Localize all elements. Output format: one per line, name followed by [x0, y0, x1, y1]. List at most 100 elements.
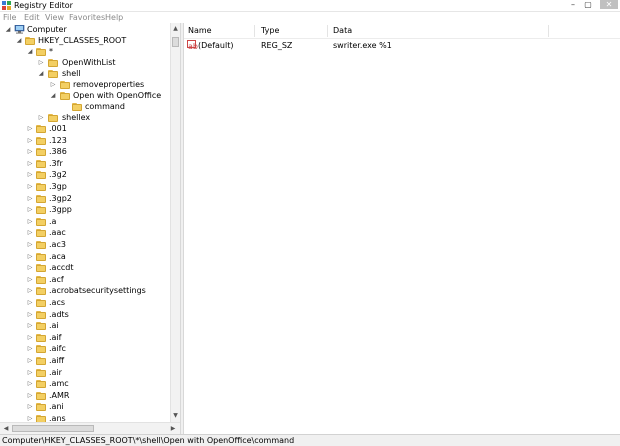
- expand-arrow-icon[interactable]: ▷: [26, 253, 34, 261]
- tree-label-star: *: [49, 47, 53, 56]
- minimize-button[interactable]: –: [566, 0, 580, 9]
- folder-icon: [72, 103, 82, 111]
- expand-arrow-icon[interactable]: ▷: [26, 241, 34, 249]
- expand-arrow-icon[interactable]: ▷: [26, 125, 34, 133]
- scroll-up-arrow-icon[interactable]: ▲: [171, 24, 180, 33]
- column-divider[interactable]: [254, 25, 255, 37]
- expand-arrow-icon[interactable]: ▷: [26, 160, 34, 168]
- value-data: swriter.exe %1: [333, 41, 392, 50]
- collapse-arrow-icon[interactable]: ◢: [26, 48, 34, 56]
- folder-icon: [36, 333, 46, 342]
- column-divider[interactable]: [548, 25, 549, 37]
- folder-icon: [48, 70, 58, 78]
- expand-arrow-icon[interactable]: ▷: [26, 218, 34, 226]
- expand-arrow-icon[interactable]: ▷: [26, 334, 34, 342]
- menu-view[interactable]: View: [45, 13, 64, 22]
- folder-icon: [36, 136, 46, 145]
- tree-vertical-scrollbar[interactable]: ▲ ▼: [170, 23, 180, 422]
- computer-icon: [14, 25, 25, 34]
- folder-icon: [36, 299, 46, 307]
- tree-label-extension: .adts: [49, 309, 69, 319]
- tree-label-extension: .3gp: [49, 182, 67, 191]
- tree-label-extension: .air: [49, 367, 62, 377]
- folder-icon: [36, 345, 46, 354]
- expand-arrow-icon[interactable]: ▷: [26, 195, 34, 203]
- folder-icon: [36, 310, 46, 319]
- expand-arrow-icon[interactable]: ▷: [26, 264, 34, 272]
- folder-icon: [36, 275, 46, 284]
- tree-label-extension: .amc: [49, 379, 69, 389]
- expand-arrow-icon[interactable]: ▷: [26, 322, 34, 330]
- collapse-arrow-icon[interactable]: ◢: [4, 26, 12, 34]
- tree-label-extension: .ani: [49, 402, 64, 412]
- expand-arrow-icon[interactable]: ▷: [26, 148, 34, 156]
- menu-favorites[interactable]: Favorites: [69, 13, 105, 22]
- tree-label-extension: .aac: [49, 228, 66, 238]
- folder-icon: [60, 92, 70, 100]
- column-divider[interactable]: [327, 25, 328, 37]
- expand-arrow-icon[interactable]: ▷: [26, 229, 34, 237]
- expand-arrow-icon[interactable]: ▷: [37, 59, 45, 67]
- expand-arrow-icon[interactable]: ▷: [26, 299, 34, 307]
- column-header-data[interactable]: Data: [333, 26, 352, 36]
- scroll-thumb[interactable]: [12, 425, 94, 432]
- tree-label-open-with-openoffice: Open with OpenOffice: [73, 91, 162, 100]
- tree-label-extension: .aca: [49, 251, 66, 261]
- scroll-thumb[interactable]: [172, 37, 179, 47]
- tree-label-computer: Computer: [27, 25, 67, 34]
- expand-arrow-icon[interactable]: ▷: [26, 137, 34, 145]
- menu-file[interactable]: File: [3, 13, 16, 22]
- maximize-button[interactable]: ▢: [581, 0, 595, 9]
- folder-icon: [36, 357, 46, 365]
- close-button[interactable]: ✕: [600, 0, 618, 9]
- tree-label-extension: .accdt: [49, 263, 74, 273]
- collapse-arrow-icon[interactable]: ◢: [49, 92, 57, 100]
- expand-arrow-icon[interactable]: ▷: [49, 81, 57, 89]
- table-row[interactable]: ab (Default) REG_SZ swriter.exe %1: [184, 40, 620, 51]
- collapse-arrow-icon[interactable]: ◢: [15, 37, 23, 45]
- tree-label-extension: .acs: [49, 298, 66, 307]
- status-path: Computer\HKEY_CLASSES_ROOT\*\shell\Open …: [2, 436, 295, 445]
- window-title: Registry Editor: [14, 1, 73, 10]
- menu-help[interactable]: Help: [105, 13, 123, 22]
- tree-label-extension: .ac3: [49, 240, 66, 249]
- expand-arrow-icon[interactable]: ▷: [26, 403, 34, 411]
- value-type: REG_SZ: [261, 41, 293, 50]
- column-header-type[interactable]: Type: [261, 26, 279, 36]
- expand-arrow-icon[interactable]: ▷: [26, 380, 34, 388]
- collapse-arrow-icon[interactable]: ◢: [37, 70, 45, 78]
- expand-arrow-icon[interactable]: ▷: [26, 357, 34, 365]
- folder-icon: [36, 241, 46, 249]
- column-header-name[interactable]: Name: [188, 26, 212, 36]
- scroll-right-arrow-icon[interactable]: ▶: [168, 424, 178, 434]
- tree-label-extension: .3gpp: [49, 205, 72, 215]
- tree-label-extension: .3fr: [49, 158, 63, 168]
- folder-icon: [48, 114, 58, 122]
- menu-edit[interactable]: Edit: [24, 13, 40, 22]
- tree-label-extension: .001: [49, 124, 67, 133]
- registry-tree: ◢ Computer ◢ HKEY_CLASSES_ROOT ◢ * ▷ Ope…: [0, 23, 170, 435]
- expand-arrow-icon[interactable]: ▷: [26, 392, 34, 400]
- expand-arrow-icon[interactable]: ▷: [26, 206, 34, 214]
- expand-arrow-icon[interactable]: ▷: [26, 287, 34, 295]
- folder-icon: [25, 37, 35, 45]
- tree-label-extension: .aif: [49, 332, 62, 342]
- values-list: Name Type Data ab (Default) REG_SZ swrit…: [184, 23, 620, 434]
- tree-horizontal-scrollbar[interactable]: ◀ ▶: [0, 422, 180, 434]
- expand-arrow-icon[interactable]: ▷: [26, 276, 34, 284]
- expand-arrow-icon[interactable]: ▷: [26, 369, 34, 377]
- expand-arrow-icon[interactable]: ▷: [37, 114, 45, 122]
- expand-arrow-icon[interactable]: ▷: [26, 311, 34, 319]
- folder-icon: [36, 403, 46, 412]
- registry-editor-icon: [2, 1, 11, 10]
- scroll-down-arrow-icon[interactable]: ▼: [171, 411, 180, 420]
- tree-label-extension: .aifc: [49, 344, 66, 354]
- expand-arrow-icon[interactable]: ▷: [26, 171, 34, 179]
- tree-label-extension: .a: [49, 216, 57, 226]
- string-value-icon: ab: [187, 40, 198, 51]
- tree-label-extension: .ai: [49, 321, 59, 331]
- expand-arrow-icon[interactable]: ▷: [26, 183, 34, 191]
- scroll-left-arrow-icon[interactable]: ◀: [1, 424, 11, 434]
- expand-arrow-icon[interactable]: ▷: [26, 345, 34, 353]
- folder-icon: [36, 183, 46, 191]
